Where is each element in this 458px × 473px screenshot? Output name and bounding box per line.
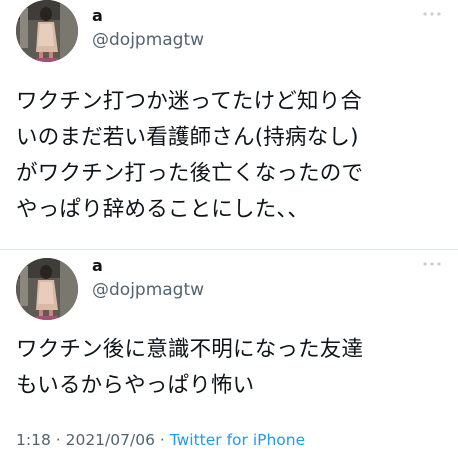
tweet-text: ワクチン打つか迷ってたけど知り合 いのまだ若い看護師さん(持病なし) がワクチン…: [16, 89, 364, 222]
author-handle[interactable]: @dojpmagtw: [92, 280, 204, 300]
author-name[interactable]: a: [92, 256, 103, 275]
more-dots-icon: [423, 262, 441, 266]
avatar-photo-icon: [16, 258, 78, 320]
tweet-date[interactable]: 2021/07/06: [66, 431, 155, 449]
meta-separator: ·: [154, 431, 170, 449]
author-handle[interactable]: @dojpmagtw: [92, 30, 204, 50]
avatar[interactable]: [16, 0, 78, 62]
tweet-time[interactable]: 1:18: [16, 431, 51, 449]
tweet-text: ワクチン後に意識不明になった友達 もいるからやっぱり怖い: [16, 337, 364, 398]
more-options-button[interactable]: [420, 6, 444, 20]
more-dots-icon: [423, 12, 441, 16]
tweet-source-app-link[interactable]: Twitter for iPhone: [170, 431, 305, 449]
more-options-button[interactable]: [420, 256, 444, 270]
meta-separator: ·: [50, 431, 66, 449]
tweet-2[interactable]: a @dojpmagtw ワクチン後に意識不明になった友達 もいるからやっぱり怖…: [0, 250, 458, 473]
avatar-photo-icon: [16, 0, 78, 62]
tweet-1[interactable]: a @dojpmagtw ワクチン打つか迷ってたけど知り合 いのまだ若い看護師さ…: [0, 0, 458, 250]
author-name[interactable]: a: [92, 6, 103, 25]
tweet-metadata: 1:18 · 2021/07/06 · Twitter for iPhone: [16, 431, 305, 449]
avatar[interactable]: [16, 258, 78, 320]
